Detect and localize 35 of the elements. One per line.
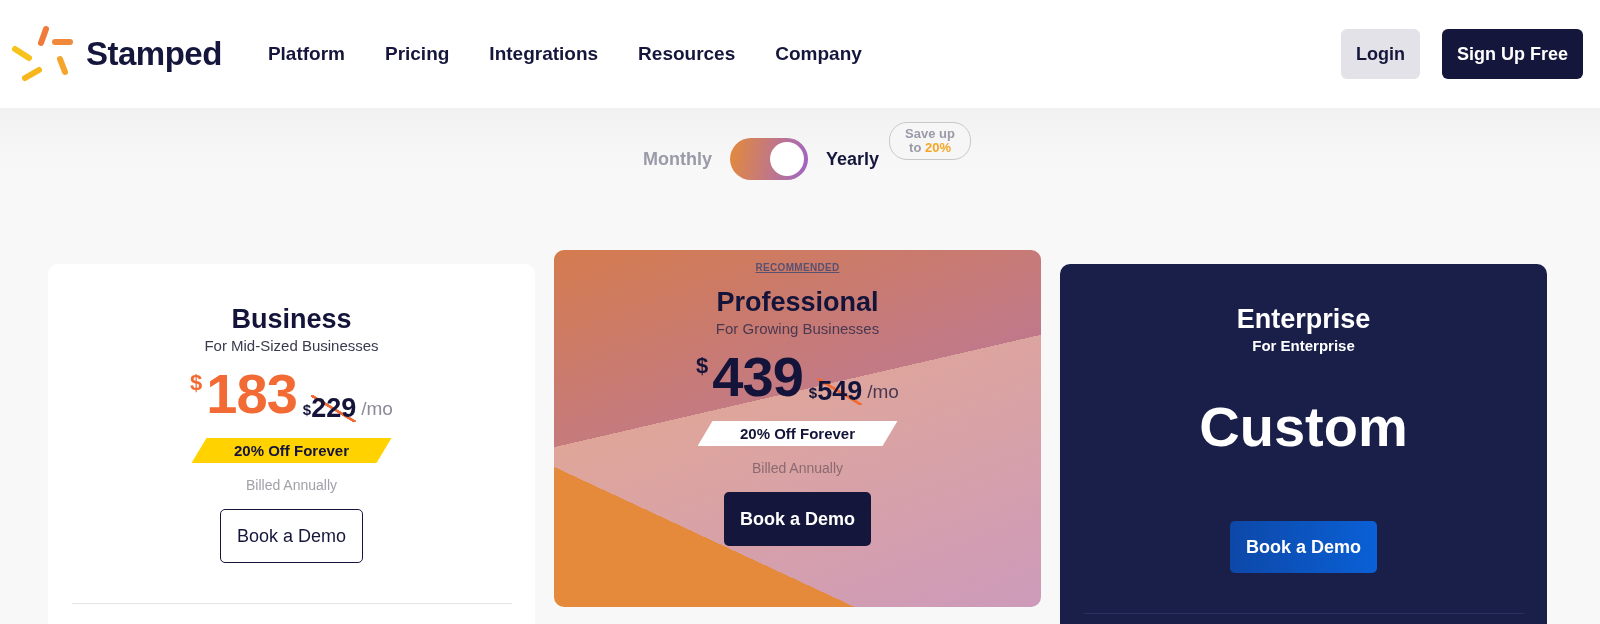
plan-subtitle: For Mid-Sized Businesses — [204, 337, 379, 354]
book-demo-button[interactable]: Book a Demo — [1230, 521, 1377, 573]
book-demo-button[interactable]: Book a Demo — [219, 509, 364, 563]
currency-sign: $ — [696, 353, 709, 379]
price-period: /mo — [867, 381, 899, 403]
nav-link[interactable]: Company — [775, 43, 862, 65]
plan-name: Enterprise — [1236, 304, 1371, 335]
save-bubble: Save up to 20% — [889, 121, 972, 161]
currency-sign: $ — [808, 384, 818, 401]
recommended-label: RECOMMENDED — [755, 262, 840, 273]
promo-ribbon: 20% Off Forever — [191, 438, 392, 463]
currency-sign: $ — [190, 370, 203, 396]
plan-price: 183 — [206, 366, 297, 422]
price-period: /mo — [361, 398, 393, 420]
billing-option[interactable]: Yearly — [825, 148, 880, 170]
billing-note: Billed Annually — [751, 460, 844, 476]
signup-button[interactable]: Sign Up Free — [1442, 29, 1583, 79]
promo-ribbon: 20% Off Forever — [697, 421, 898, 446]
nav-link[interactable]: Resources — [638, 43, 736, 65]
plan-name: Business — [231, 304, 352, 335]
plan-price: Custom — [1199, 394, 1408, 459]
nav-link[interactable]: Integrations — [489, 43, 599, 65]
old-price: 549 — [817, 378, 863, 405]
plan-subtitle: For Growing Businesses — [715, 320, 880, 337]
billing-note: Billed Annually — [245, 477, 338, 493]
plan-subtitle: For Enterprise — [1252, 337, 1355, 354]
currency-sign: $ — [302, 401, 312, 418]
login-button[interactable]: Login — [1341, 29, 1420, 79]
book-demo-button[interactable]: Book a Demo — [724, 492, 871, 546]
plan-price: 439 — [712, 349, 803, 405]
plan-name: Professional — [716, 287, 879, 318]
billing-toggle[interactable] — [729, 138, 808, 180]
nav-link[interactable]: Platform — [267, 43, 345, 65]
nav-link[interactable]: Pricing — [384, 43, 450, 65]
brand-name[interactable]: Stamped — [86, 35, 222, 73]
